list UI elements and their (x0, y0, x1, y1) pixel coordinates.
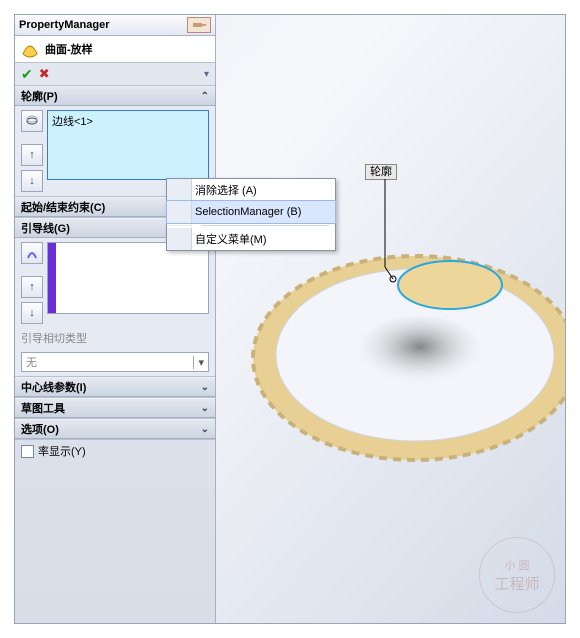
section-centerline: 中心线参数(I) ⌄ (15, 377, 215, 398)
origin-triad (415, 343, 416, 344)
section-header-sketchtools[interactable]: 草图工具 ⌄ (15, 398, 215, 418)
loft-icon (21, 40, 39, 58)
guide-type-icon[interactable] (21, 242, 43, 264)
expand-icon: ⌄ (201, 403, 209, 414)
checkbox-icon[interactable] (21, 445, 34, 458)
pin-icon[interactable] (187, 17, 211, 33)
context-menu-item[interactable]: SelectionManager (B) (166, 200, 336, 224)
feature-name: 曲面-放样 (45, 41, 93, 57)
pm-title: PropertyManager (19, 19, 109, 31)
profile-type-icon[interactable] (21, 110, 43, 132)
section-sketchtools: 草图工具 ⌄ (15, 398, 215, 419)
viewport[interactable]: 轮廓 小 圆 工程师 (215, 15, 565, 623)
chevron-down-icon: ▾ (193, 356, 204, 369)
feature-header: 曲面-放样 (15, 36, 215, 63)
profile-callout[interactable]: 轮廓 (365, 163, 397, 179)
curvature-label: 率显示(Y) (38, 443, 86, 459)
cancel-icon[interactable]: ✖ (39, 66, 50, 82)
move-down-button[interactable]: ↓ (21, 170, 43, 192)
tangent-type-label: 引导相切类型 (21, 330, 87, 346)
context-menu-separator (167, 225, 335, 226)
section-header-options[interactable]: 选项(O) ⌄ (15, 419, 215, 439)
property-manager-panel: PropertyManager 曲面-放样 ✔ ✖ ▾ 轮廓(P) ⌃ (15, 15, 216, 623)
context-menu-item[interactable]: 消除选择 (A) (167, 179, 335, 201)
ok-cancel-row: ✔ ✖ ▾ (15, 63, 215, 86)
move-up-button[interactable]: ↑ (21, 276, 43, 298)
context-menu: 消除选择 (A) SelectionManager (B) 自定义菜单(M) (166, 178, 336, 251)
section-header-profiles[interactable]: 轮廓(P) ⌃ (15, 86, 215, 106)
expand-icon: ⌄ (201, 382, 209, 393)
guides-listbox[interactable] (47, 242, 209, 314)
move-up-button[interactable]: ↑ (21, 144, 43, 166)
move-down-button[interactable]: ↓ (21, 302, 43, 324)
curvature-checkbox-row[interactable]: 率显示(Y) (15, 440, 215, 462)
profile-callout-label: 轮廓 (365, 164, 397, 180)
pm-titlebar: PropertyManager (15, 15, 215, 36)
section-header-centerline[interactable]: 中心线参数(I) ⌄ (15, 377, 215, 397)
list-item[interactable]: 边线<1> (52, 113, 204, 129)
profiles-listbox[interactable]: 边线<1> (47, 110, 209, 180)
tangent-type-select[interactable]: 无 ▾ (21, 352, 209, 372)
watermark: 小 圆 工程师 (479, 537, 555, 613)
model-disk (245, 230, 566, 470)
chevron-down-icon[interactable]: ▾ (204, 69, 209, 80)
expand-icon: ⌄ (201, 424, 209, 435)
ok-icon[interactable]: ✔ (21, 66, 33, 83)
collapse-icon: ⌃ (201, 91, 209, 102)
app-frame: 轮廓 小 圆 工程师 PropertyManager 曲面-放样 (14, 14, 566, 624)
context-menu-item[interactable]: 自定义菜单(M) (167, 228, 335, 250)
section-options: 选项(O) ⌄ (15, 419, 215, 440)
